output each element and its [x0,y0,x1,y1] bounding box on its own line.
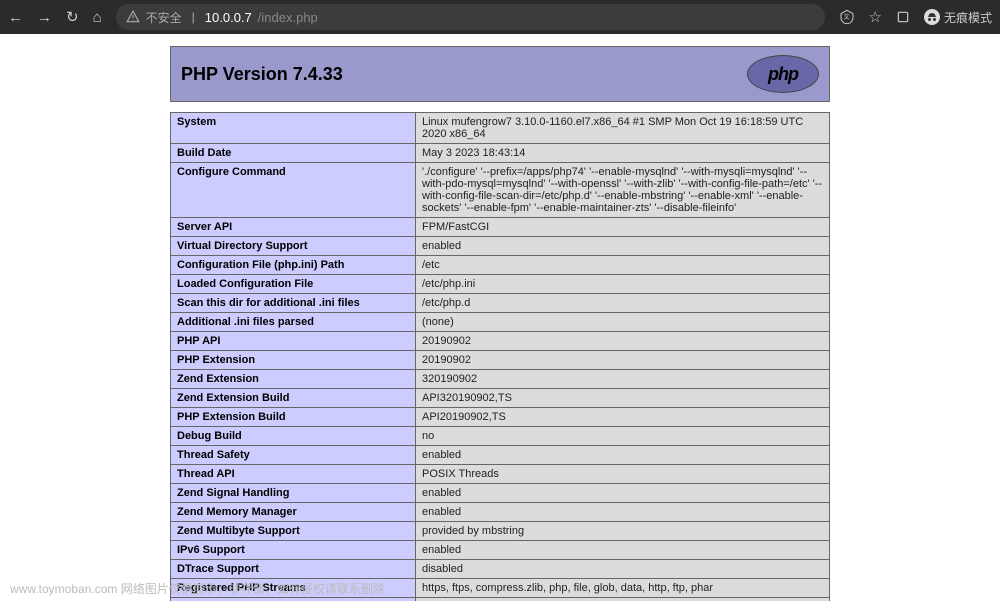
info-value: /etc/php.ini [416,275,830,294]
table-row: Zend Extension320190902 [171,370,830,389]
incognito-label: 无痕模式 [944,9,992,26]
forward-icon[interactable]: → [37,9,52,26]
info-key: Scan this dir for additional .ini files [171,294,416,313]
info-key: Zend Multibyte Support [171,522,416,541]
table-row: Configuration File (php.ini) Path/etc [171,256,830,275]
info-key: Debug Build [171,427,416,446]
info-value: provided by mbstring [416,522,830,541]
info-value: May 3 2023 18:43:14 [416,144,830,163]
home-icon[interactable]: ⌂ [93,9,102,26]
info-value: https, ftps, compress.zlib, php, file, g… [416,579,830,598]
info-key: PHP Extension [171,351,416,370]
star-icon[interactable]: ☆ [869,8,882,26]
info-value: POSIX Threads [416,465,830,484]
info-key: Zend Extension Build [171,389,416,408]
url-path: /index.php [258,10,318,25]
info-key: Virtual Directory Support [171,237,416,256]
info-value: enabled [416,446,830,465]
info-key: PHP Extension Build [171,408,416,427]
table-row: Additional .ini files parsed(none) [171,313,830,332]
extension-icon[interactable] [896,10,910,24]
insecure-label: 不安全 [146,9,182,26]
table-row: Loaded Configuration File/etc/php.ini [171,275,830,294]
info-value: enabled [416,503,830,522]
info-key: DTrace Support [171,560,416,579]
info-value: enabled [416,237,830,256]
table-row: PHP Extension20190902 [171,351,830,370]
info-value: API20190902,TS [416,408,830,427]
php-logo: php [747,55,819,93]
info-value: enabled [416,541,830,560]
info-value: tcp, udp, unix, udg, ssl, sslv3, tls, tl… [416,598,830,601]
table-row: Zend Memory Managerenabled [171,503,830,522]
info-value: enabled [416,484,830,503]
incognito-icon [924,9,940,25]
info-key: Zend Memory Manager [171,503,416,522]
info-key: IPv6 Support [171,541,416,560]
info-key: Build Date [171,144,416,163]
info-value: API320190902,TS [416,389,830,408]
table-row: Server APIFPM/FastCGI [171,218,830,237]
warning-icon [126,10,140,24]
info-key: Registered Stream Socket Transports [171,598,416,601]
table-row: Scan this dir for additional .ini files/… [171,294,830,313]
phpinfo-table: SystemLinux mufengrow7 3.10.0-1160.el7.x… [170,112,830,601]
info-key: Zend Extension [171,370,416,389]
info-key: Thread Safety [171,446,416,465]
info-key: Loaded Configuration File [171,275,416,294]
page-content: PHP Version 7.4.33 php SystemLinux mufen… [0,34,1000,601]
translate-icon[interactable]: 文 [839,9,855,25]
page-title: PHP Version 7.4.33 [181,64,343,85]
info-key: Thread API [171,465,416,484]
table-row: DTrace Supportdisabled [171,560,830,579]
table-row: IPv6 Supportenabled [171,541,830,560]
svg-text:文: 文 [843,13,849,21]
url-host: 10.0.0.7 [205,10,252,25]
table-row: Build DateMay 3 2023 18:43:14 [171,144,830,163]
info-key: System [171,113,416,144]
info-value: 320190902 [416,370,830,389]
info-value: disabled [416,560,830,579]
table-row: Thread Safetyenabled [171,446,830,465]
info-key: Additional .ini files parsed [171,313,416,332]
table-row: Debug Buildno [171,427,830,446]
table-row: PHP API20190902 [171,332,830,351]
info-value: 20190902 [416,332,830,351]
php-header: PHP Version 7.4.33 php [170,46,830,102]
info-value: no [416,427,830,446]
info-key: Zend Signal Handling [171,484,416,503]
browser-toolbar: ← → ↻ ⌂ 不安全 | 10.0.0.7/index.php 文 ☆ 无痕模… [0,0,1000,34]
info-value: /etc [416,256,830,275]
table-row: Virtual Directory Supportenabled [171,237,830,256]
table-row: Thread APIPOSIX Threads [171,465,830,484]
info-value: './configure' '--prefix=/apps/php74' '--… [416,163,830,218]
table-row: PHP Extension BuildAPI20190902,TS [171,408,830,427]
table-row: Registered Stream Socket Transportstcp, … [171,598,830,601]
address-bar[interactable]: 不安全 | 10.0.0.7/index.php [116,4,825,30]
info-key: Configuration File (php.ini) Path [171,256,416,275]
info-value: FPM/FastCGI [416,218,830,237]
info-value: Linux mufengrow7 3.10.0-1160.el7.x86_64 … [416,113,830,144]
info-value: /etc/php.d [416,294,830,313]
back-icon[interactable]: ← [8,9,23,26]
info-key: Configure Command [171,163,416,218]
info-key: Server API [171,218,416,237]
info-key: PHP API [171,332,416,351]
table-row: SystemLinux mufengrow7 3.10.0-1160.el7.x… [171,113,830,144]
table-row: Zend Multibyte Supportprovided by mbstri… [171,522,830,541]
table-row: Configure Command'./configure' '--prefix… [171,163,830,218]
table-row: Zend Signal Handlingenabled [171,484,830,503]
watermark-text: www.toymoban.com 网络图片仅供展示，非存储，如有侵权请联系删除 [10,580,385,597]
info-value: 20190902 [416,351,830,370]
table-row: Zend Extension BuildAPI320190902,TS [171,389,830,408]
reload-icon[interactable]: ↻ [66,8,79,26]
info-value: (none) [416,313,830,332]
